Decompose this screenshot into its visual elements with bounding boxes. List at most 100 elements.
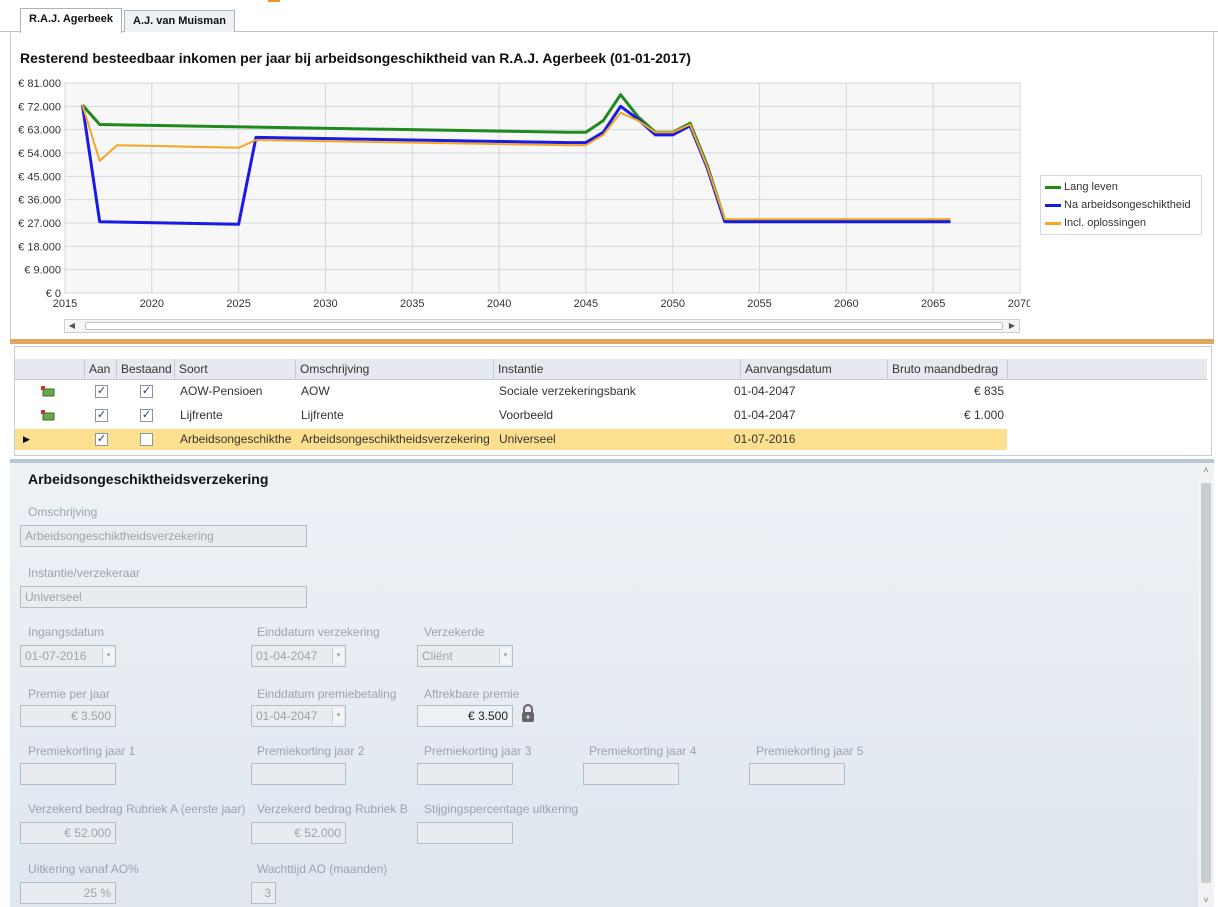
legend-label: Incl. oplossingen [1064,217,1146,229]
scroll-right-icon[interactable]: ▶ [1005,320,1019,332]
label-wachttijd: Wachttijd AO (maanden) [257,862,388,876]
chart-title: Resterend besteedbaar inkomen per jaar b… [20,50,691,66]
cell-omschrijving: AOW [301,384,330,398]
omschrijving-field[interactable]: Arbeidsongeschiktheidsverzekering [20,525,307,547]
stijgingspercentage-field[interactable] [417,822,513,844]
einddatum-verzekering-value: 01-04-2047 [256,649,318,663]
table-row[interactable]: ✓ ✓ Lijfrente Lijfrente Voorbeeld 01-04-… [15,405,1207,426]
label-premiekorting-2: Premiekorting jaar 2 [257,744,365,758]
premiekorting-3-field[interactable] [417,763,513,785]
window-accent [268,0,280,2]
y-tick-label: € 27.000 [18,218,61,230]
cell-omschrijving: Arbeidsongeschiktheidsverzekering [301,432,490,446]
ingangsdatum-field[interactable]: 01-07-2016 ▾ [20,645,116,667]
scroll-up-icon[interactable]: ˄ [1198,463,1214,477]
dropdown-arrow-icon[interactable]: ▾ [499,648,511,664]
label-premiekorting-1: Premiekorting jaar 1 [28,744,136,758]
money-icon [41,386,55,397]
scroll-down-icon[interactable]: ˅ [1198,893,1214,907]
premiekorting-5-field[interactable] [749,763,845,785]
person-tabbar: R.A.J. Agerbeek A.J. van Muisman [0,8,1218,33]
premiekorting-2-field[interactable] [251,763,346,785]
label-omschrijving: Omschrijving [28,505,98,519]
panel-splitter[interactable] [10,339,1214,344]
label-rubriek-a: Verzekerd bedrag Rubriek A (eerste jaar) [28,802,246,816]
label-aftrekbare-premie: Aftrekbare premie [424,687,520,701]
checkbox-bestaand[interactable]: ✓ [140,385,153,398]
col-header-bestaand[interactable]: Bestaand [117,359,175,380]
label-uitkering-ao: Uitkering vanaf AO% [28,862,139,876]
dropdown-arrow-icon[interactable]: ▾ [102,648,114,664]
dropdown-arrow-icon[interactable]: ▾ [332,648,344,664]
wachttijd-field[interactable]: 3 [251,882,276,904]
lock-icon[interactable] [520,703,536,723]
legend-item-na-ao: Na arbeidsongeschiktheid [1045,196,1197,214]
premie-field[interactable]: € 3.500 [20,705,116,727]
cell-bedrag: € 1.000 [963,408,1004,422]
table-row-selected[interactable]: ▶ ✓ Arbeidsongeschikthe Arbeidsongeschik… [15,429,1007,450]
x-tick-label: 2025 [226,298,250,310]
checkbox-aan[interactable]: ✓ [95,409,108,422]
cell-soort: Lijfrente [180,408,223,422]
income-line-chart: € 0€ 9.000€ 18.000€ 27.000€ 36.000€ 45.0… [18,78,1030,310]
label-rubriek-b: Verzekerd bedrag Rubriek B [257,802,408,816]
uitkering-ao-field[interactable]: 25 % [20,882,116,904]
grid-header-spacer [15,359,85,380]
rubriek-b-field[interactable]: € 52.000 [251,822,346,844]
y-tick-label: € 18.000 [18,241,61,253]
verzekerde-value: Cliënt [422,649,453,663]
cell-aanvangsdatum: 01-04-2047 [734,384,796,398]
col-header-instantie[interactable]: Instantie [494,359,741,380]
x-tick-label: 2070 [1008,298,1030,310]
premiekorting-4-field[interactable] [583,763,679,785]
cell-soort: Arbeidsongeschikthe [180,432,292,446]
einddatum-premie-field[interactable]: 01-04-2047 ▾ [251,705,346,727]
checkbox-aan[interactable]: ✓ [95,433,108,446]
x-tick-label: 2040 [487,298,511,310]
tab-agerbeek[interactable]: R.A.J. Agerbeek [20,8,122,33]
label-ingangsdatum: Ingangsdatum [28,625,105,639]
instantie-field[interactable]: Universeel [20,586,307,608]
chart-horizontal-scrollbar[interactable]: ◀ ▶ [64,319,1020,333]
table-row[interactable]: ✓ ✓ AOW-Pensioen AOW Sociale verzekering… [15,381,1207,402]
cell-aanvangsdatum: 01-07-2016 [734,432,796,446]
col-header-aanvangsdatum[interactable]: Aanvangsdatum [741,359,888,380]
tab-van-muisman[interactable]: A.J. van Muisman [124,10,235,32]
y-tick-label: € 63.000 [18,125,61,137]
cell-instantie: Voorbeeld [499,408,554,422]
premiekorting-1-field[interactable] [20,763,116,785]
ingangsdatum-value: 01-07-2016 [25,649,87,663]
x-tick-label: 2050 [660,298,684,310]
legend-label: Na arbeidsongeschiktheid [1064,199,1191,211]
y-tick-label: € 9.000 [24,265,61,277]
legend-item-incl-oplossingen: Incl. oplossingen [1045,214,1197,232]
scrollbar-thumb[interactable] [85,322,1003,330]
cell-omschrijving: Lijfrente [301,408,344,422]
dropdown-arrow-icon[interactable]: ▾ [332,708,344,724]
checkbox-bestaand[interactable]: ✓ [140,409,153,422]
einddatum-verzekering-field[interactable]: 01-04-2047 ▾ [251,645,346,667]
y-tick-label: € 36.000 [18,195,61,207]
label-premiekorting-3: Premiekorting jaar 3 [424,744,532,758]
checkbox-aan[interactable]: ✓ [95,385,108,398]
x-tick-label: 2015 [53,298,77,310]
col-header-aan[interactable]: Aan [85,359,117,380]
scroll-left-icon[interactable]: ◀ [65,320,79,332]
col-header-bruto-maandbedrag[interactable]: Bruto maandbedrag [888,359,1008,380]
x-tick-label: 2060 [834,298,858,310]
verzekerde-select[interactable]: Cliënt ▾ [417,645,513,667]
x-tick-label: 2030 [313,298,337,310]
cell-instantie: Universeel [499,432,556,446]
col-header-soort[interactable]: Soort [175,359,296,380]
detail-vertical-scrollbar[interactable]: ˄ ˅ [1198,463,1214,907]
rubriek-a-field[interactable]: € 52.000 [20,822,116,844]
y-tick-label: € 54.000 [18,148,61,160]
income-sources-grid: Aan Bestaand Soort Omschrijving Instanti… [14,346,1212,456]
aftrekbare-premie-field[interactable]: € 3.500 [417,705,513,727]
legend-item-lang-leven: Lang leven [1045,178,1197,196]
x-tick-label: 2020 [140,298,164,310]
checkbox-bestaand[interactable] [140,433,153,446]
scrollbar-thumb[interactable] [1201,483,1211,883]
col-header-omschrijving[interactable]: Omschrijving [296,359,494,380]
grid-header: Aan Bestaand Soort Omschrijving Instanti… [15,359,1207,380]
